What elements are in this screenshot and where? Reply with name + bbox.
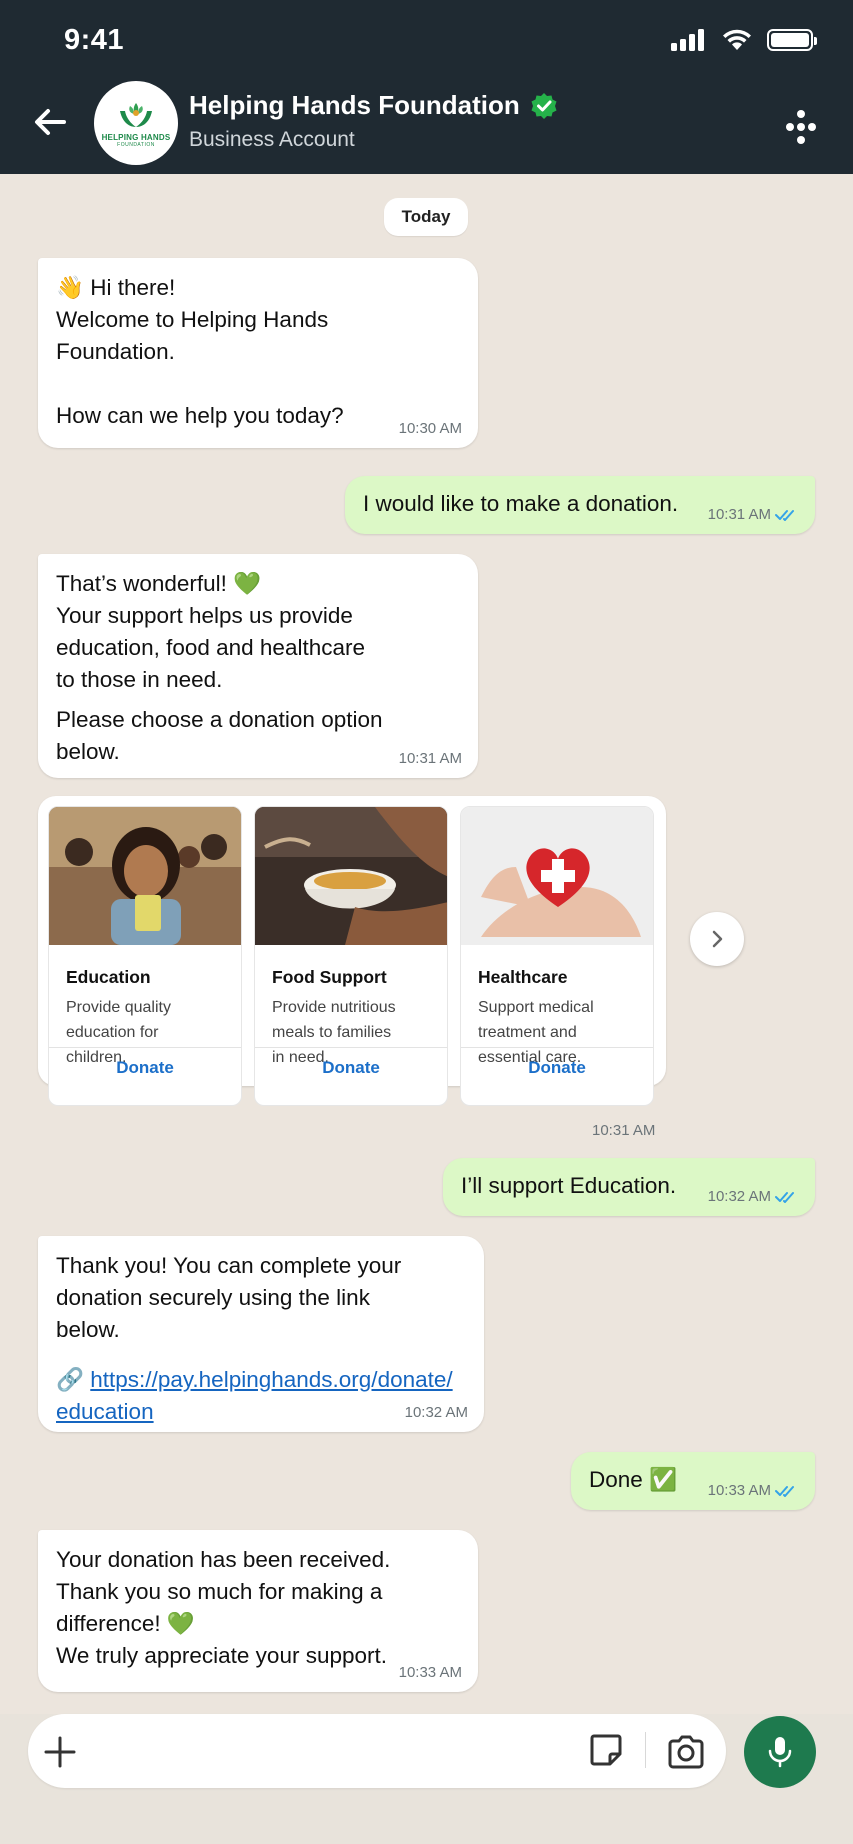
chevron-right-icon [712, 930, 723, 948]
education-image [49, 807, 241, 945]
double-check-icon [775, 1192, 794, 1203]
date-divider: Today [384, 198, 468, 236]
donation-card-education[interactable]: Education Provide quality education for … [48, 806, 242, 1106]
camera-icon[interactable] [664, 1730, 708, 1774]
donation-carousel[interactable]: Education Provide quality education for … [38, 796, 666, 1106]
message-line: Welcome to Helping Hands [56, 307, 329, 332]
message-line: Thank you! You can complete your [56, 1253, 402, 1278]
message-link[interactable]: 🔗 https://pay.helpinghands.org/donate/ [56, 1364, 466, 1396]
healthcare-image [461, 807, 653, 945]
message-line: Please choose a donation option [56, 707, 383, 732]
input-divider [645, 1732, 646, 1768]
hands-logo-icon [120, 102, 152, 127]
message-line: difference! 💚 [56, 1611, 195, 1636]
incoming-message[interactable]: 👋 Hi there! Welcome to Helping Hands Fou… [38, 258, 478, 448]
chat-area[interactable]: Today 👋 Hi there! Welcome to Helping Han… [0, 174, 853, 1714]
message-line: below. [56, 1317, 120, 1342]
message-timestamp: 10:31 AM [398, 750, 462, 767]
carousel-next-button[interactable] [690, 912, 744, 966]
message-line: 👋 Hi there! [56, 275, 176, 300]
message-timestamp: 10:33 AM [708, 1482, 799, 1500]
message-line: Your donation has been received. [56, 1547, 391, 1572]
card-title: Food Support [272, 967, 387, 987]
avatar-logo-subtext: FOUNDATION [117, 141, 155, 148]
microphone-icon [768, 1737, 792, 1768]
sticker-icon[interactable] [586, 1730, 626, 1770]
incoming-message[interactable]: Your donation has been received. Thank y… [38, 1530, 478, 1692]
plus-icon[interactable] [38, 1730, 82, 1774]
wifi-icon [723, 29, 751, 50]
message-line: Foundation. [56, 339, 175, 364]
card-title: Education [66, 967, 151, 987]
incoming-message[interactable]: That’s wonderful! 💚 Your support helps u… [38, 554, 478, 778]
avatar-logo-text: HELPING HANDS [101, 132, 171, 142]
message-line: Your support helps us provide [56, 603, 353, 628]
message-line: Thank you so much for making a [56, 1579, 383, 1604]
message-line: education, food and healthcare [56, 635, 365, 660]
signal-icon [671, 29, 704, 51]
back-arrow-icon[interactable] [28, 100, 72, 144]
message-timestamp: 10:30 AM [398, 420, 462, 437]
contact-name[interactable]: Helping Hands Foundation [189, 90, 558, 121]
donation-card-food-support[interactable]: Food Support Provide nutritious meals to… [254, 806, 448, 1106]
battery-icon [767, 29, 817, 51]
outgoing-message[interactable]: I’ll support Education. 10:32 AM [443, 1158, 815, 1216]
link-icon: 🔗 [56, 1367, 85, 1392]
chat-header: 9:41 HELPING HANDS FOUNDATION Helping Ha… [0, 0, 853, 174]
status-icons [671, 28, 817, 52]
message-timestamp: 10:32 AM [708, 1188, 799, 1206]
message-timestamp: 10:31 AM [708, 506, 799, 524]
mic-button[interactable] [744, 1716, 816, 1788]
message-line: That’s wonderful! 💚 [56, 571, 262, 596]
contact-name-text: Helping Hands Foundation [189, 90, 520, 120]
carousel-timestamp: 10:31 AM [592, 1122, 656, 1139]
message-timestamp: 10:32 AM [404, 1404, 468, 1421]
outgoing-message[interactable]: Done ✅ 10:33 AM [571, 1452, 815, 1510]
donate-button[interactable]: Donate [255, 1047, 447, 1087]
contact-subtitle: Business Account [189, 128, 355, 151]
message-timestamp: 10:33 AM [398, 1664, 462, 1681]
outgoing-message[interactable]: I would like to make a donation. 10:31 A… [345, 476, 815, 534]
message-line: to those in need. [56, 667, 223, 692]
donate-button[interactable]: Donate [461, 1047, 653, 1087]
double-check-icon [775, 510, 794, 521]
status-time: 9:41 [64, 24, 125, 56]
donation-card-healthcare[interactable]: Healthcare Support medical treatment and… [460, 806, 654, 1106]
donate-button[interactable]: Donate [49, 1047, 241, 1087]
message-line: donation securely using the link [56, 1285, 370, 1310]
verified-badge-icon [531, 92, 557, 119]
more-options-icon[interactable] [779, 105, 823, 149]
double-check-icon [775, 1486, 794, 1497]
avatar[interactable]: HELPING HANDS FOUNDATION [94, 81, 178, 165]
food-support-image [255, 807, 447, 945]
card-title: Healthcare [478, 967, 568, 987]
incoming-message[interactable]: Thank you! You can complete your donatio… [38, 1236, 484, 1432]
